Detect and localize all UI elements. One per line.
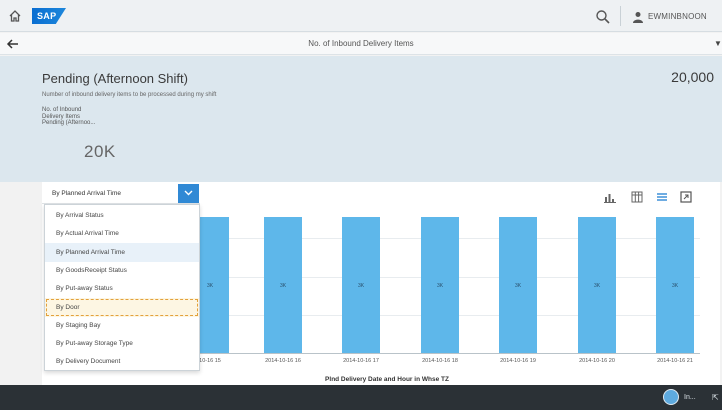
dropdown-option[interactable]: By Door (45, 297, 199, 317)
bar-data-label: 3K (593, 283, 601, 289)
user-icon[interactable] (632, 11, 644, 23)
dropdown-option[interactable]: By Put-away Storage Type (45, 334, 199, 353)
kpi-heading: Pending (Afternoon Shift) (42, 71, 188, 86)
column-chart-icon[interactable] (604, 191, 616, 203)
page-subheader: No. of Inbound Delivery Items ▼ (0, 33, 722, 55)
dimension-select-button[interactable] (178, 184, 199, 203)
bar-data-label: 3K (671, 283, 679, 289)
kpi-description: Number of inbound delivery items to be p… (42, 92, 217, 98)
bar-data-label: 3K (436, 283, 444, 289)
footer-bar: In... ⇱ (0, 385, 722, 410)
kpi-tile-value[interactable]: 20K (84, 142, 116, 162)
dropdown-option[interactable]: By Actual Arrival Time (45, 224, 199, 243)
kpi-value: 20,000 (671, 69, 714, 85)
x-tick-label: 2014-10-16 16 (265, 358, 301, 364)
dropdown-option[interactable]: By Planned Arrival Time (45, 242, 199, 262)
x-axis (200, 353, 700, 354)
dropdown-option[interactable]: By Arrival Status (45, 206, 199, 225)
shell-header: SAP EWMINBNOON (0, 0, 722, 32)
bar-data-label: 3K (279, 283, 287, 289)
user-name[interactable]: EWMINBNOON (648, 12, 707, 21)
dimension-dropdown-list: By Arrival Status By Actual Arrival Time B… (44, 204, 200, 371)
dropdown-option[interactable]: By Delivery Document (45, 352, 199, 371)
notification-badge-icon[interactable] (663, 389, 679, 405)
divider (620, 6, 621, 26)
kpi-tile-line: Pending (Afternoo... (42, 120, 96, 126)
list-view-icon[interactable] (656, 191, 668, 203)
dimension-select-value[interactable]: By Planned Arrival Time (52, 190, 121, 197)
x-tick-label: 2014-10-16 21 (657, 358, 693, 364)
chevron-down-icon[interactable]: ▼ (714, 39, 722, 48)
home-icon[interactable] (8, 9, 22, 23)
sap-logo[interactable]: SAP (32, 8, 66, 24)
dropdown-option[interactable]: By Staging Bay (45, 316, 199, 335)
x-tick-label: 2014-10-16 17 (343, 358, 379, 364)
x-tick-label: 2014-10-16 18 (422, 358, 458, 364)
export-icon[interactable]: ⇱ (712, 393, 719, 402)
bar-data-label: 3K (357, 283, 365, 289)
x-axis-title: Plnd Delivery Date and Hour in Whse TZ (325, 376, 449, 383)
kpi-header: Pending (Afternoon Shift) 20,000 Number … (0, 56, 722, 182)
dropdown-option[interactable]: By GoodsReceipt Status (45, 261, 199, 280)
dropdown-option[interactable]: By Put-away Status (45, 279, 199, 298)
x-tick-label: 2014-10-16 20 (579, 358, 615, 364)
search-icon[interactable] (595, 9, 611, 25)
page-title: No. of Inbound Delivery Items (308, 39, 414, 48)
fullscreen-icon[interactable] (680, 191, 692, 203)
footer-badge-text[interactable]: In... (684, 394, 696, 401)
x-tick-label: 2014-10-16 19 (500, 358, 536, 364)
dimension-select[interactable]: By Planned Arrival Time (42, 183, 200, 204)
bar-data-label: 3K (514, 283, 522, 289)
table-view-icon[interactable] (631, 191, 643, 203)
kpi-tile-title[interactable]: No. of Inbound Delivery Items Pending (A… (42, 107, 162, 127)
chevron-down-icon (184, 190, 193, 196)
